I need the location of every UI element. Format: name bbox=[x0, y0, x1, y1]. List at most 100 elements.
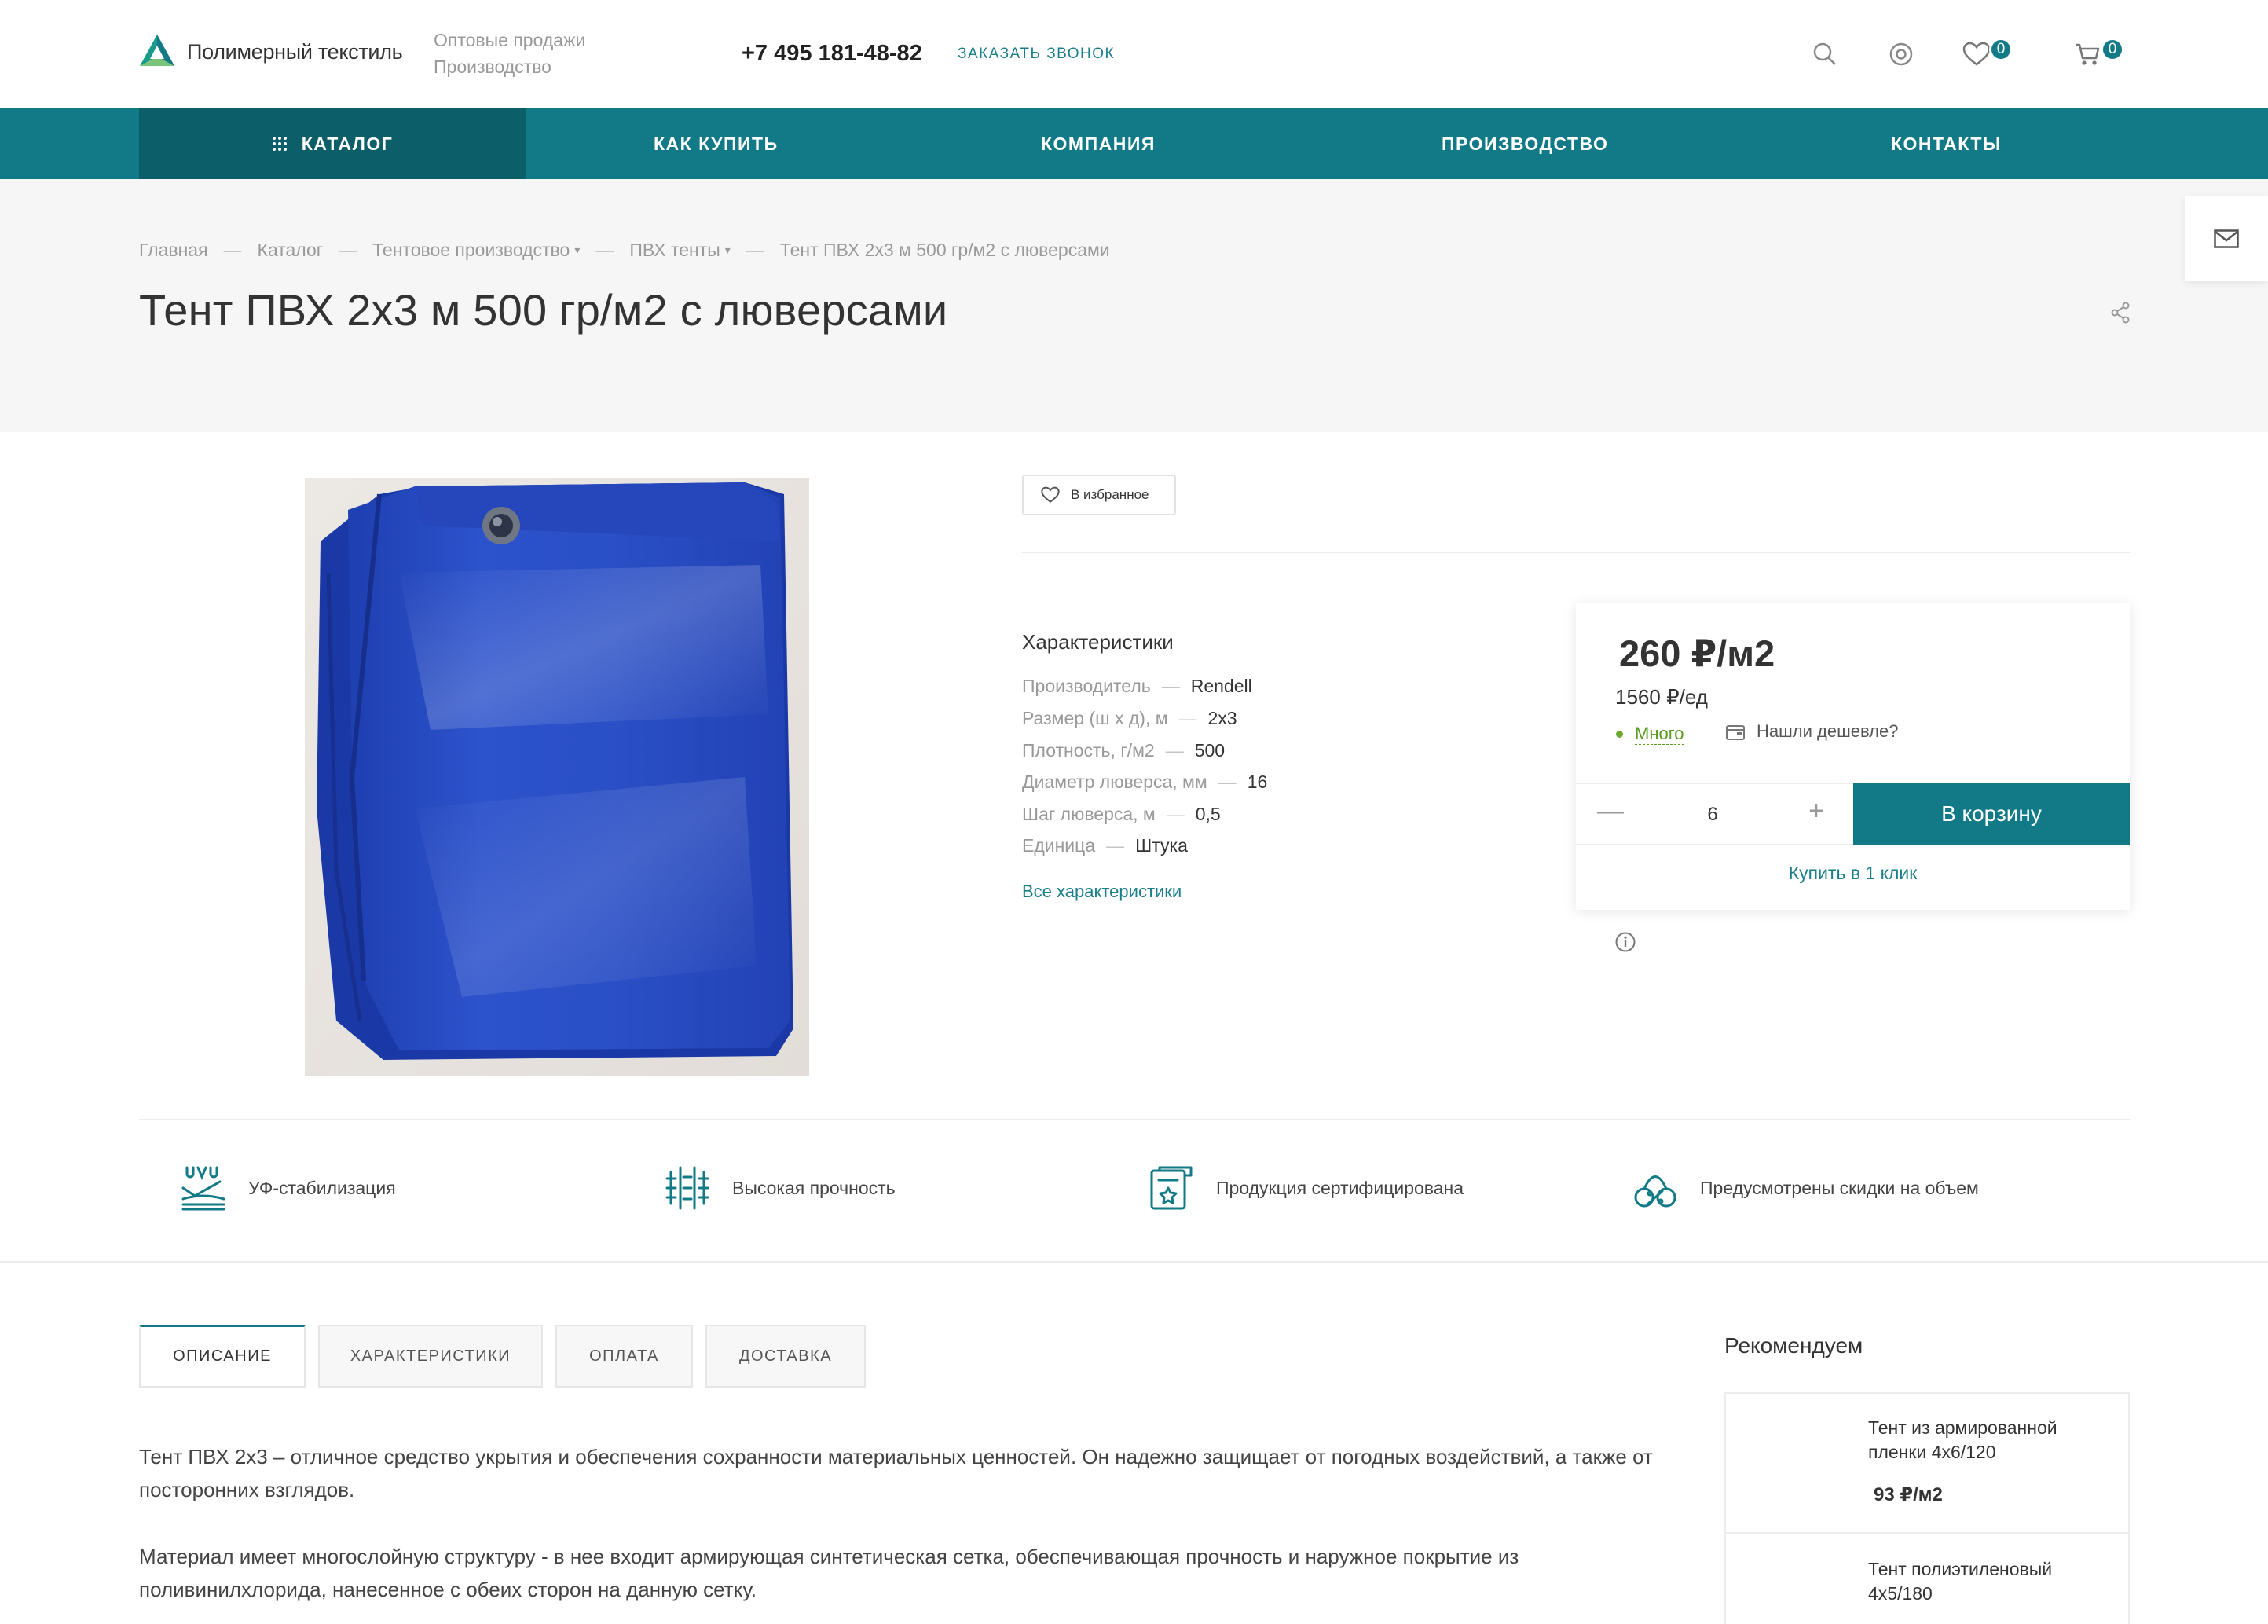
feature-label: УФ-стабилизация bbox=[248, 1177, 396, 1198]
breadcrumb-pvc-tents[interactable]: ПВХ тенты bbox=[629, 240, 720, 261]
account-button[interactable] bbox=[1886, 39, 1916, 69]
header-sub-line1: Оптовые продажи bbox=[434, 30, 586, 50]
char-row: Производитель — Rendell bbox=[1022, 676, 1252, 696]
char-key: Единица bbox=[1022, 835, 1096, 856]
recommend-title: Рекомендуем bbox=[1724, 1333, 1863, 1358]
page-title: Тент ПВХ 2х3 м 500 гр/м2 с люверсами bbox=[139, 285, 948, 335]
char-value: Rendell bbox=[1190, 676, 1252, 696]
favorites-button[interactable]: 0 bbox=[1962, 38, 2025, 69]
tab-label: ХАРАКТЕРИСТИКИ bbox=[350, 1347, 511, 1365]
grid-icon bbox=[272, 137, 287, 151]
wallet-icon bbox=[1726, 724, 1745, 740]
discount-icon bbox=[1634, 1175, 1676, 1208]
nav-contacts[interactable]: КОНТАКТЫ bbox=[1891, 108, 2002, 179]
nav-catalog-label: КАТАЛОГ bbox=[301, 133, 394, 154]
char-key: Плотность, г/м2 bbox=[1022, 740, 1155, 761]
add-to-cart-button[interactable]: В корзину bbox=[1853, 783, 2130, 845]
description-paragraph: Тент ПВХ 2х3 – отличное средство укрытия… bbox=[139, 1445, 1653, 1501]
stock-status[interactable]: Много bbox=[1635, 724, 1684, 745]
characteristics-title: Характеристики bbox=[1022, 630, 1174, 654]
info-button[interactable] bbox=[1614, 931, 1636, 953]
recommend-item-price: 93 ₽/м2 bbox=[1874, 1484, 1943, 1505]
mail-icon bbox=[2214, 229, 2239, 248]
price-per-unit: 1560 ₽/ед bbox=[1615, 685, 1708, 709]
feature-uv: УФ-стабилизация bbox=[181, 1164, 396, 1212]
feature-label: Высокая прочность bbox=[732, 1177, 896, 1198]
all-characteristics-link[interactable]: Все характеристики bbox=[1022, 882, 1182, 904]
quantity-input[interactable]: 6 bbox=[1697, 804, 1728, 826]
found-cheaper-link[interactable]: Нашли дешевле? bbox=[1725, 721, 1899, 742]
char-row: Единица — Штука bbox=[1022, 835, 1188, 856]
user-icon bbox=[1889, 42, 1913, 66]
feature-strength: Высокая прочность bbox=[665, 1164, 896, 1212]
add-to-favorites-button[interactable]: В избранное bbox=[1022, 475, 1176, 515]
tab-label: ОПИСАНИЕ bbox=[173, 1347, 272, 1365]
uv-stabilization-icon bbox=[181, 1166, 225, 1211]
char-row: Шаг люверса, м —0,5 bbox=[1022, 804, 1221, 824]
tab-label: ОПЛАТА bbox=[589, 1347, 659, 1365]
breadcrumb-catalog[interactable]: Каталог bbox=[258, 240, 324, 261]
char-key: Шаг люверса, м bbox=[1022, 804, 1156, 824]
divider bbox=[0, 1261, 2268, 1263]
search-icon bbox=[1813, 42, 1836, 65]
buy-one-click-link[interactable]: Купить в 1 клик bbox=[1576, 863, 2130, 884]
nav-catalog[interactable]: КАТАЛОГ bbox=[139, 108, 526, 179]
feedback-tab[interactable] bbox=[2185, 196, 2268, 281]
heart-icon bbox=[1041, 486, 1060, 503]
breadcrumb-tent-production[interactable]: Тентовое производство bbox=[372, 240, 570, 261]
callback-link[interactable]: Заказать звонок bbox=[958, 46, 1115, 63]
char-row: Диаметр люверса, мм —16 bbox=[1022, 772, 1268, 792]
nav-production[interactable]: ПРОИЗВОДСТВО bbox=[1442, 108, 1608, 179]
search-button[interactable] bbox=[1810, 39, 1840, 69]
quantity-increase-button[interactable]: + bbox=[1801, 796, 1832, 827]
stock-indicator-icon bbox=[1616, 731, 1623, 738]
favorites-count-badge: 0 bbox=[1989, 38, 2013, 61]
char-row: Размер (ш х д), м —2х3 bbox=[1022, 708, 1237, 728]
nav-company[interactable]: КОМПАНИЯ bbox=[1041, 108, 1156, 179]
cart-button[interactable]: 0 bbox=[2074, 38, 2137, 69]
tab-description[interactable]: ОПИСАНИЕ bbox=[139, 1325, 306, 1388]
recommend-item-name[interactable]: Тент из армированной пленки 4х6/120 bbox=[1868, 1416, 2112, 1465]
breadcrumb-home[interactable]: Главная bbox=[139, 240, 208, 261]
header-subtitle: Оптовые продажи Производство bbox=[434, 27, 585, 80]
phone-number[interactable]: +7 495 181-48-82 bbox=[742, 41, 922, 67]
char-value: 0,5 bbox=[1195, 804, 1221, 824]
feature-discounts: Предусмотрены скидки на объем bbox=[1632, 1164, 1979, 1212]
char-value: 500 bbox=[1194, 740, 1226, 761]
feature-label: Предусмотрены скидки на объем bbox=[1700, 1177, 1979, 1198]
dropdown-caret-icon[interactable]: ▾ bbox=[574, 244, 580, 257]
info-icon bbox=[1615, 932, 1636, 952]
logo-text: Полимерный текстиль bbox=[187, 39, 403, 64]
logo[interactable]: Полимерный текстиль bbox=[138, 33, 403, 71]
share-button[interactable] bbox=[2110, 302, 2131, 324]
divider bbox=[139, 1119, 2130, 1120]
high-strength-icon bbox=[665, 1166, 709, 1210]
nav-item-label: ПРОИЗВОДСТВО bbox=[1442, 133, 1609, 154]
product-image[interactable] bbox=[305, 478, 809, 1076]
tab-delivery[interactable]: ДОСТАВКА bbox=[705, 1325, 866, 1388]
description-paragraph: Материал имеет многослойную структуру - … bbox=[139, 1545, 1519, 1601]
tab-payment[interactable]: ОПЛАТА bbox=[555, 1325, 693, 1388]
char-value: 16 bbox=[1247, 772, 1268, 792]
breadcrumb: Главная — Каталог — Тентовое производств… bbox=[139, 240, 1110, 261]
char-row: Плотность, г/м2—500 bbox=[1022, 740, 1226, 761]
found-cheaper-label: Нашли дешевле? bbox=[1757, 721, 1899, 742]
feature-label: Продукция сертифицирована bbox=[1216, 1177, 1464, 1198]
dropdown-caret-icon[interactable]: ▾ bbox=[725, 244, 731, 257]
cart-count-badge: 0 bbox=[2101, 38, 2124, 61]
logo-icon bbox=[140, 35, 174, 66]
share-icon bbox=[2111, 302, 2130, 324]
char-key: Диаметр люверса, мм bbox=[1022, 772, 1207, 792]
nav-item-label: КОМПАНИЯ bbox=[1041, 133, 1156, 154]
char-key: Производитель bbox=[1022, 676, 1151, 696]
product-photo bbox=[305, 478, 809, 1076]
tab-characteristics[interactable]: ХАРАКТЕРИСТИКИ bbox=[318, 1325, 543, 1388]
nav-how-to-buy[interactable]: КАК КУПИТЬ bbox=[654, 108, 779, 179]
header-sub-line2: Производство bbox=[434, 57, 551, 77]
quantity-decrease-button[interactable]: — bbox=[1595, 796, 1626, 827]
recommend-item-name[interactable]: Тент полиэтиленовый 4х5/180 bbox=[1868, 1557, 2112, 1606]
heart-icon bbox=[1962, 42, 1991, 66]
char-key: Размер (ш х д), м bbox=[1022, 708, 1168, 728]
tab-label: ДОСТАВКА bbox=[738, 1347, 833, 1365]
cart-icon bbox=[2076, 43, 2100, 65]
